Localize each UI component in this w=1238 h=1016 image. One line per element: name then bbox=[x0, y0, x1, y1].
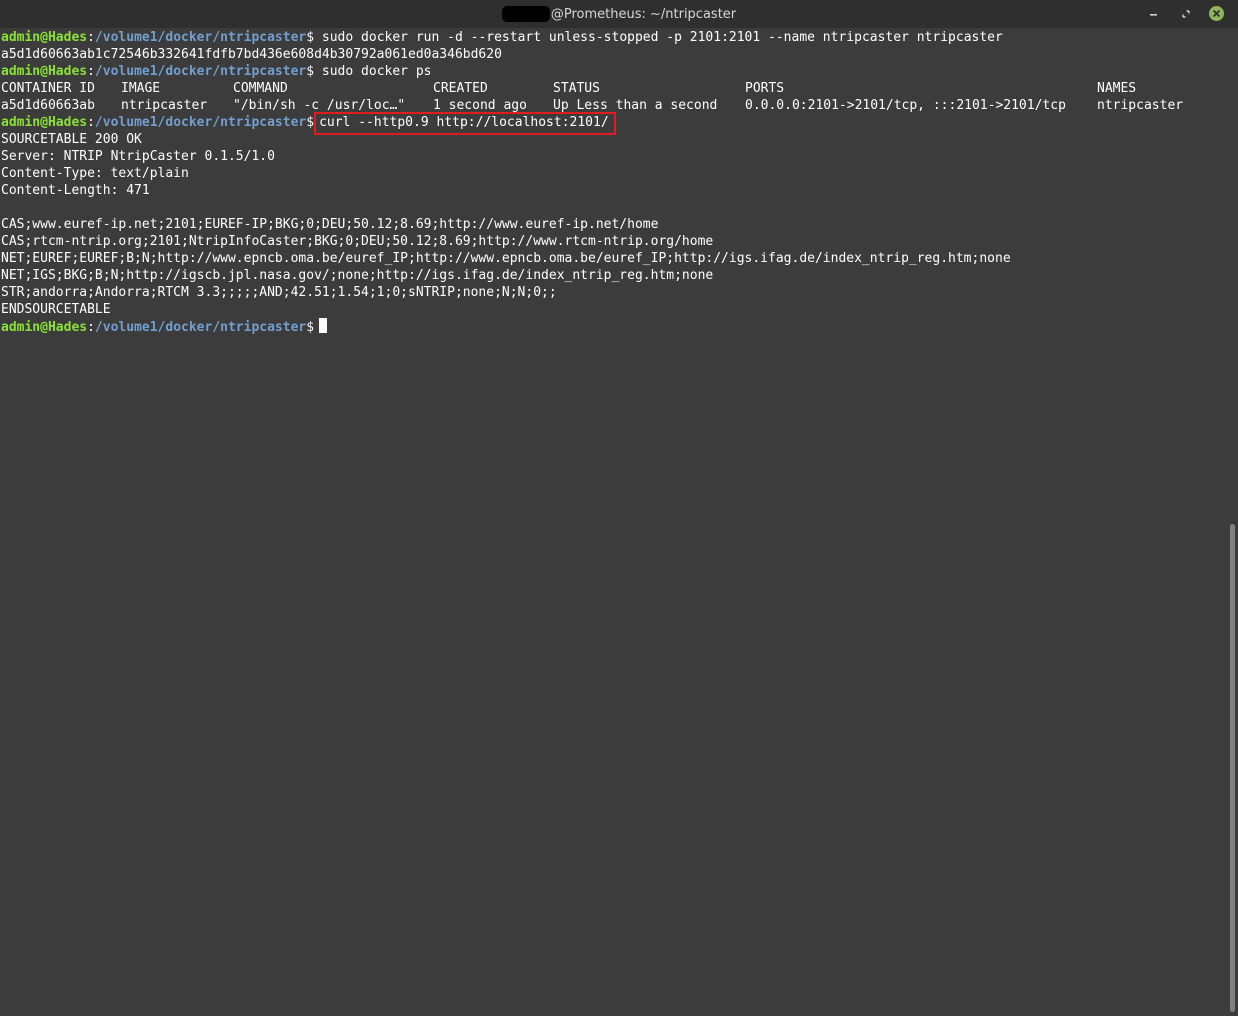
close-button[interactable] bbox=[1209, 6, 1224, 21]
prompt-separator: : bbox=[87, 64, 95, 79]
ps-cell-command: "/bin/sh -c /usr/loc…" bbox=[233, 98, 406, 113]
curl-output-line: NET;IGS;BKG;B;N;http://igscb.jpl.nasa.go… bbox=[1, 268, 714, 283]
prompt-user-host: admin@Hades bbox=[1, 320, 88, 335]
minimize-icon bbox=[1150, 14, 1157, 16]
ps-cell-image: ntripcaster bbox=[121, 98, 208, 113]
vertical-scrollbar[interactable] bbox=[1228, 28, 1238, 1016]
prompt-separator: : bbox=[87, 30, 95, 45]
ps-header-container-id: CONTAINER ID bbox=[1, 81, 95, 96]
curl-output-line bbox=[0, 199, 1228, 216]
prompt-line: admin@Hades:/volume1/docker/ntripcaster$… bbox=[0, 112, 1228, 135]
curl-output-line: STR;andorra;Andorra;RTCM 3.3;;;;;AND;42.… bbox=[1, 285, 557, 300]
ps-header-status: STATUS bbox=[553, 81, 600, 96]
prompt-symbol: $ bbox=[306, 320, 315, 335]
prompt-symbol: $ bbox=[306, 64, 315, 79]
prompt-user-host: admin@Hades bbox=[1, 30, 88, 45]
ps-cell-status: Up Less than a second bbox=[553, 98, 718, 113]
curl-output-line: Content-Type: text/plain bbox=[1, 166, 189, 181]
ps-header-image: IMAGE bbox=[121, 81, 161, 96]
prompt-symbol: $ bbox=[306, 30, 315, 45]
ps-header-names: NAMES bbox=[1097, 81, 1137, 96]
ps-header-ports: PORTS bbox=[745, 81, 785, 96]
prompt-line: admin@Hades:/volume1/docker/ntripcaster$… bbox=[0, 63, 1228, 80]
prompt-path: /volume1/docker/ntripcaster bbox=[94, 320, 307, 335]
prompt-separator: : bbox=[87, 320, 95, 335]
curl-output-line: SOURCETABLE 200 OK bbox=[1, 132, 142, 147]
ps-cell-names: ntripcaster bbox=[1097, 98, 1184, 113]
prompt-path: /volume1/docker/ntripcaster bbox=[94, 115, 307, 130]
prompt-line: admin@Hades:/volume1/docker/ntripcaster$ bbox=[0, 318, 1228, 335]
curl-output-line: Server: NTRIP NtripCaster 0.1.5/1.0 bbox=[1, 149, 275, 164]
curl-output-line: CAS;rtcm-ntrip.org;2101;NtripInfoCaster;… bbox=[1, 234, 714, 249]
prompt-path: /volume1/docker/ntripcaster bbox=[94, 64, 307, 79]
command-docker-run: sudo docker run -d --restart unless-stop… bbox=[314, 30, 1003, 45]
terminal-window: @Prometheus: ~/ntripcaster admin@Hades:/… bbox=[0, 0, 1238, 1016]
restore-button[interactable] bbox=[1178, 6, 1194, 22]
title-bar[interactable]: @Prometheus: ~/ntripcaster bbox=[0, 0, 1238, 28]
window-title: @Prometheus: ~/ntripcaster bbox=[0, 0, 1238, 28]
ps-table-header: CONTAINER ID IMAGE COMMAND CREATED STATUS POR… bbox=[0, 80, 1228, 97]
prompt-symbol: $ bbox=[306, 115, 315, 130]
ps-header-command: COMMAND bbox=[233, 81, 288, 96]
terminal-output[interactable]: admin@Hades:/volume1/docker/ntripcaster$… bbox=[0, 28, 1228, 1016]
scrollbar-thumb[interactable] bbox=[1230, 524, 1235, 1012]
command-docker-ps: sudo docker ps bbox=[314, 64, 432, 79]
minimize-button[interactable] bbox=[1146, 6, 1162, 22]
restore-icon bbox=[1182, 10, 1190, 18]
ps-table-row: a5d1d60663ab ntripcaster "/bin/sh -c /usr/… bbox=[0, 97, 1228, 114]
prompt-path: /volume1/docker/ntripcaster bbox=[94, 30, 307, 45]
window-title-text: @Prometheus: ~/ntripcaster bbox=[550, 6, 737, 22]
ps-header-created: CREATED bbox=[433, 81, 488, 96]
curl-output-line: NET;EUREF;EUREF;B;N;http://www.epncb.oma… bbox=[1, 251, 1011, 266]
prompt-user-host: admin@Hades bbox=[1, 115, 88, 130]
curl-output-line: Content-Length: 471 bbox=[1, 183, 150, 198]
highlighted-curl-command: curl --http0.9 http://localhost:2101/ bbox=[314, 112, 616, 135]
curl-output-line: CAS;www.euref-ip.net;2101;EUREF-IP;BKG;0… bbox=[1, 217, 659, 232]
prompt-line: admin@Hades:/volume1/docker/ntripcaster$… bbox=[0, 29, 1228, 46]
ps-cell-created: 1 second ago bbox=[433, 98, 527, 113]
prompt-separator: : bbox=[87, 115, 95, 130]
close-icon bbox=[1212, 9, 1221, 18]
ps-cell-container-id: a5d1d60663ab bbox=[1, 98, 95, 113]
redacted-username bbox=[501, 6, 550, 22]
prompt-user-host: admin@Hades bbox=[1, 64, 88, 79]
text-cursor[interactable] bbox=[319, 318, 328, 333]
ps-cell-ports: 0.0.0.0:2101->2101/tcp, :::2101->2101/tc… bbox=[745, 98, 1066, 113]
curl-output-line: ENDSOURCETABLE bbox=[1, 302, 111, 317]
output-container-hash: a5d1d60663ab1c72546b332641fdfb7bd436e608… bbox=[1, 47, 502, 62]
